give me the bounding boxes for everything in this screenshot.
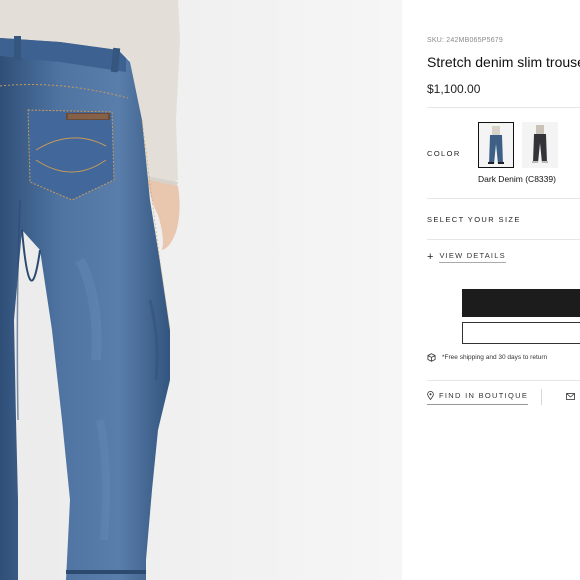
- divider: [427, 380, 580, 381]
- divider: [427, 107, 580, 108]
- find-in-boutique-link[interactable]: FIND IN BOUTIQUE: [427, 391, 529, 405]
- color-swatch-dark-denim[interactable]: [478, 122, 514, 168]
- box-icon: [427, 353, 436, 362]
- divider: [427, 198, 580, 199]
- color-label: COLOR: [427, 149, 461, 158]
- product-sku: SKU: 242MB065P5679: [427, 37, 503, 44]
- envelope-icon[interactable]: [566, 393, 575, 400]
- add-to-bag-button[interactable]: [462, 289, 580, 317]
- location-pin-icon: [427, 391, 434, 400]
- selected-color-name: Dark Denim (C8339): [478, 174, 556, 184]
- product-info-panel: SKU: 242MB065P5679 Stretch denim slim tr…: [402, 0, 580, 580]
- shipping-info: *Free shipping and 30 days to return: [427, 353, 547, 362]
- jeans-thumbnail-black-icon: [532, 125, 548, 163]
- divider: [427, 239, 580, 240]
- product-page: SKU: 242MB065P5679 Stretch denim slim tr…: [0, 0, 580, 580]
- divider-vertical: [541, 389, 542, 405]
- view-details-link[interactable]: + VIEW DETAILS: [427, 251, 506, 263]
- product-image[interactable]: [0, 0, 402, 580]
- secondary-action-button[interactable]: [462, 322, 580, 344]
- color-swatch-black[interactable]: [522, 122, 558, 168]
- jeans-thumbnail-dark-denim-icon: [488, 126, 504, 164]
- view-details-label: VIEW DETAILS: [439, 251, 506, 263]
- product-title: Stretch denim slim trouse: [427, 54, 580, 70]
- product-photo-illustration: [0, 0, 402, 580]
- find-in-boutique-label: FIND IN BOUTIQUE: [439, 391, 529, 400]
- shipping-text: *Free shipping and 30 days to return: [442, 354, 548, 361]
- size-selector[interactable]: SELECT YOUR SIZE: [427, 215, 521, 224]
- product-price: $1,100.00: [427, 82, 481, 96]
- plus-icon: +: [427, 251, 434, 263]
